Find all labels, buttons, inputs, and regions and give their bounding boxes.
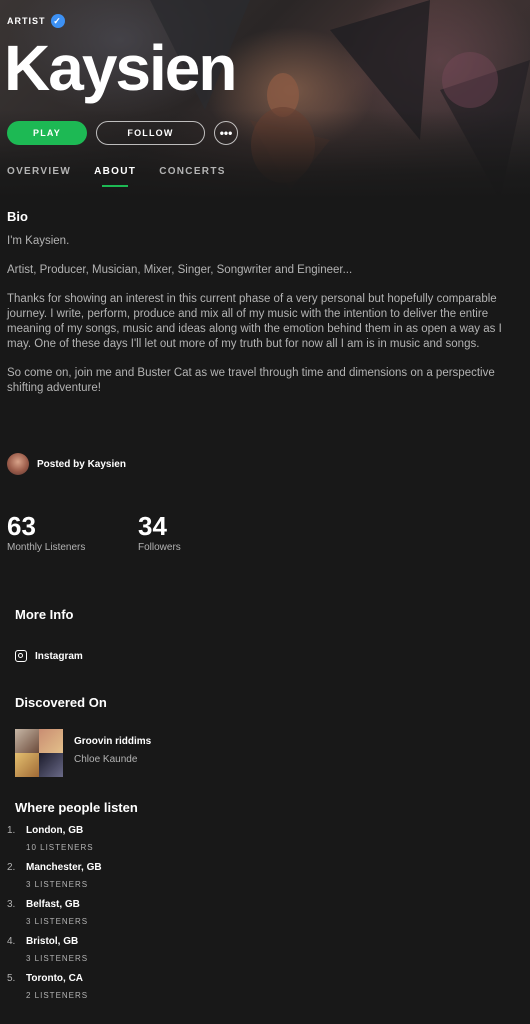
instagram-icon bbox=[15, 650, 27, 662]
city-rank: 1. bbox=[7, 825, 16, 836]
where-people-listen-title: Where people listen bbox=[15, 800, 138, 815]
posted-by-label: Posted by Kaysien bbox=[37, 458, 126, 470]
avatar[interactable] bbox=[7, 453, 29, 475]
tab-overview[interactable]: OVERVIEW bbox=[7, 166, 71, 185]
city-name: London, GB bbox=[26, 825, 84, 836]
instagram-link[interactable]: Instagram bbox=[15, 650, 83, 662]
more-options-icon[interactable]: ••• bbox=[214, 121, 238, 145]
city-row: 5. Toronto, CA 2 LISTENERS bbox=[7, 973, 88, 1000]
city-listeners: 3 LISTENERS bbox=[26, 954, 89, 963]
city-rank: 4. bbox=[7, 936, 16, 947]
city-rank: 5. bbox=[7, 973, 16, 984]
verified-badge-icon: ✓ bbox=[50, 14, 65, 28]
city-name: Bristol, GB bbox=[26, 936, 79, 947]
city-listeners: 3 LISTENERS bbox=[26, 917, 89, 926]
city-listeners: 10 LISTENERS bbox=[26, 843, 94, 852]
more-info-title: More Info bbox=[15, 607, 74, 622]
artist-tag-label: ARTIST bbox=[7, 16, 46, 26]
city-name: Toronto, CA bbox=[26, 973, 84, 984]
city-row: 2. Manchester, GB 3 LISTENERS bbox=[7, 862, 102, 889]
city-rank: 3. bbox=[7, 899, 16, 910]
monthly-listeners-label: Monthly Listeners bbox=[7, 542, 86, 553]
discovered-on-title: Discovered On bbox=[15, 695, 107, 710]
bio-paragraph: So come on, join me and Buster Cat as we… bbox=[7, 367, 495, 394]
artist-name: Kaysien bbox=[4, 32, 237, 104]
city-listeners: 3 LISTENERS bbox=[26, 880, 89, 889]
city-row: 1. London, GB 10 LISTENERS bbox=[7, 825, 94, 852]
tab-concerts[interactable]: CONCERTS bbox=[159, 166, 226, 185]
instagram-label: Instagram bbox=[35, 650, 83, 662]
play-button[interactable]: PLAY bbox=[7, 121, 87, 145]
follow-button[interactable]: FOLLOW bbox=[96, 121, 205, 145]
artist-tag: ARTIST ✓ bbox=[7, 14, 65, 28]
posted-by[interactable]: Posted by Kaysien bbox=[7, 453, 126, 475]
bio-text: I'm Kaysien. Artist, Producer, Musician,… bbox=[7, 234, 517, 410]
playlist-cover[interactable] bbox=[15, 729, 63, 777]
bio-paragraph: I'm Kaysien. bbox=[7, 235, 70, 247]
followers-count: 34 bbox=[138, 511, 167, 541]
city-row: 3. Belfast, GB 3 LISTENERS bbox=[7, 899, 88, 926]
city-rank: 2. bbox=[7, 862, 16, 873]
city-name: Manchester, GB bbox=[26, 862, 102, 873]
discovered-playlist[interactable]: Groovin riddims Chloe Kaunde bbox=[15, 729, 151, 777]
monthly-listeners-stat: 63 Monthly Listeners bbox=[7, 512, 85, 553]
tab-about[interactable]: ABOUT bbox=[94, 166, 136, 187]
bio-title: Bio bbox=[7, 209, 28, 224]
city-name: Belfast, GB bbox=[26, 899, 80, 910]
followers-stat: 34 Followers bbox=[138, 512, 181, 553]
followers-label: Followers bbox=[138, 542, 181, 553]
bio-paragraph: Artist, Producer, Musician, Mixer, Singe… bbox=[7, 264, 353, 276]
city-listeners: 2 LISTENERS bbox=[26, 991, 89, 1000]
bio-paragraph: Thanks for showing an interest in this c… bbox=[7, 293, 502, 350]
playlist-name[interactable]: Groovin riddims bbox=[74, 736, 151, 747]
tab-bar: OVERVIEW ABOUT CONCERTS bbox=[7, 166, 226, 187]
city-row: 4. Bristol, GB 3 LISTENERS bbox=[7, 936, 88, 963]
playlist-owner: Chloe Kaunde bbox=[74, 754, 138, 765]
monthly-listeners-count: 63 bbox=[7, 511, 36, 541]
